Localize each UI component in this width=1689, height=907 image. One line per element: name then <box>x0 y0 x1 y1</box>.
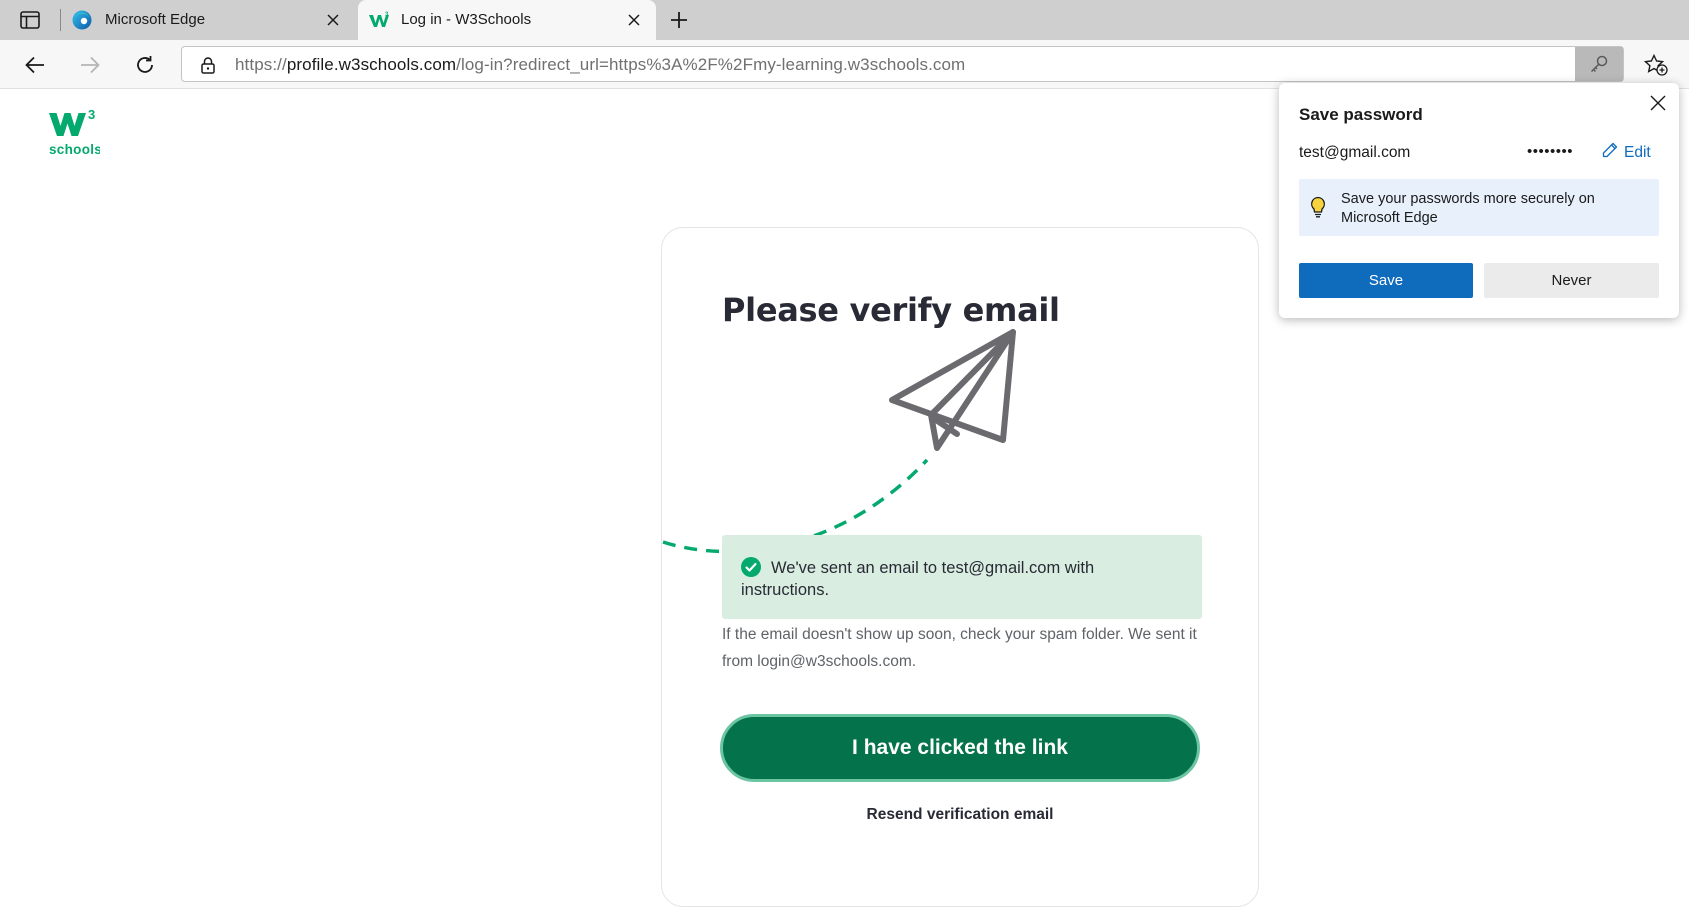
tab-microsoft-edge[interactable]: Microsoft Edge <box>62 0 355 40</box>
w3schools-favicon-icon: 3 <box>368 10 389 30</box>
back-arrow-icon[interactable] <box>20 51 50 79</box>
lightbulb-icon <box>1309 196 1327 218</box>
close-tab-icon[interactable] <box>624 10 644 30</box>
url-host: profile.w3schools.com <box>286 55 457 74</box>
logo-superscript: 3 <box>88 107 95 122</box>
popup-title: Save password <box>1299 105 1423 124</box>
saved-password-mask: •••••••• <box>1527 143 1574 160</box>
paper-plane-icon <box>889 329 1016 451</box>
tab-title: Microsoft Edge <box>105 11 206 28</box>
pencil-icon <box>1602 142 1618 163</box>
alert-message: We've sent an email to test@gmail.com wi… <box>741 559 1095 599</box>
logo-wordmark: schools <box>49 142 100 157</box>
paper-plane-illustration <box>662 329 1016 554</box>
close-tab-icon[interactable] <box>323 10 343 30</box>
add-favorite-star-icon[interactable] <box>1641 51 1671 79</box>
security-tip-banner: Save your passwords more securely on Mic… <box>1299 179 1659 236</box>
password-key-icon[interactable] <box>1575 47 1623 81</box>
resend-verification-link[interactable]: Resend verification email <box>722 806 1198 824</box>
forward-arrow-icon[interactable] <box>75 51 105 79</box>
edit-button[interactable]: Edit <box>1602 142 1651 163</box>
success-alert: We've sent an email to test@gmail.com wi… <box>722 535 1202 619</box>
save-button[interactable]: Save <box>1299 263 1473 298</box>
never-button[interactable]: Never <box>1484 263 1659 298</box>
refresh-icon[interactable] <box>130 51 160 79</box>
edge-logo-icon <box>72 10 92 30</box>
tab-title: Log in - W3Schools <box>401 11 532 28</box>
w3schools-logo[interactable]: 3 schools <box>48 107 102 157</box>
tab-w3schools-login[interactable]: 3 Log in - W3Schools <box>358 0 656 40</box>
url-path: /log-in?redirect_url=https%3A%2F%2Fmy-le… <box>456 55 966 74</box>
new-tab-plus-icon[interactable] <box>665 7 693 33</box>
address-bar[interactable]: https://profile.w3schools.com/log-in?red… <box>181 46 1624 82</box>
clicked-link-button[interactable]: I have clicked the link <box>720 714 1200 782</box>
security-tip-text: Save your passwords more securely on Mic… <box>1341 191 1595 226</box>
saved-username: test@gmail.com <box>1299 144 1411 161</box>
tab-separator <box>60 9 61 31</box>
edit-label: Edit <box>1624 143 1651 161</box>
url-scheme: https:// <box>235 55 287 74</box>
save-password-popup: Save password test@gmail.com •••••••• Ed… <box>1279 83 1679 318</box>
tab-actions-icon[interactable] <box>14 8 46 32</box>
close-icon[interactable] <box>1647 92 1669 114</box>
tab-strip: Microsoft Edge 3 Log in - W3Schools <box>0 0 1689 40</box>
browser-toolbar: https://profile.w3schools.com/log-in?red… <box>0 40 1689 89</box>
lock-icon[interactable] <box>200 56 216 74</box>
page-title: Please verify email <box>722 291 1060 329</box>
spam-folder-note: If the email doesn't show up soon, check… <box>722 626 1197 670</box>
url-text[interactable]: https://profile.w3schools.com/log-in?red… <box>235 55 965 75</box>
